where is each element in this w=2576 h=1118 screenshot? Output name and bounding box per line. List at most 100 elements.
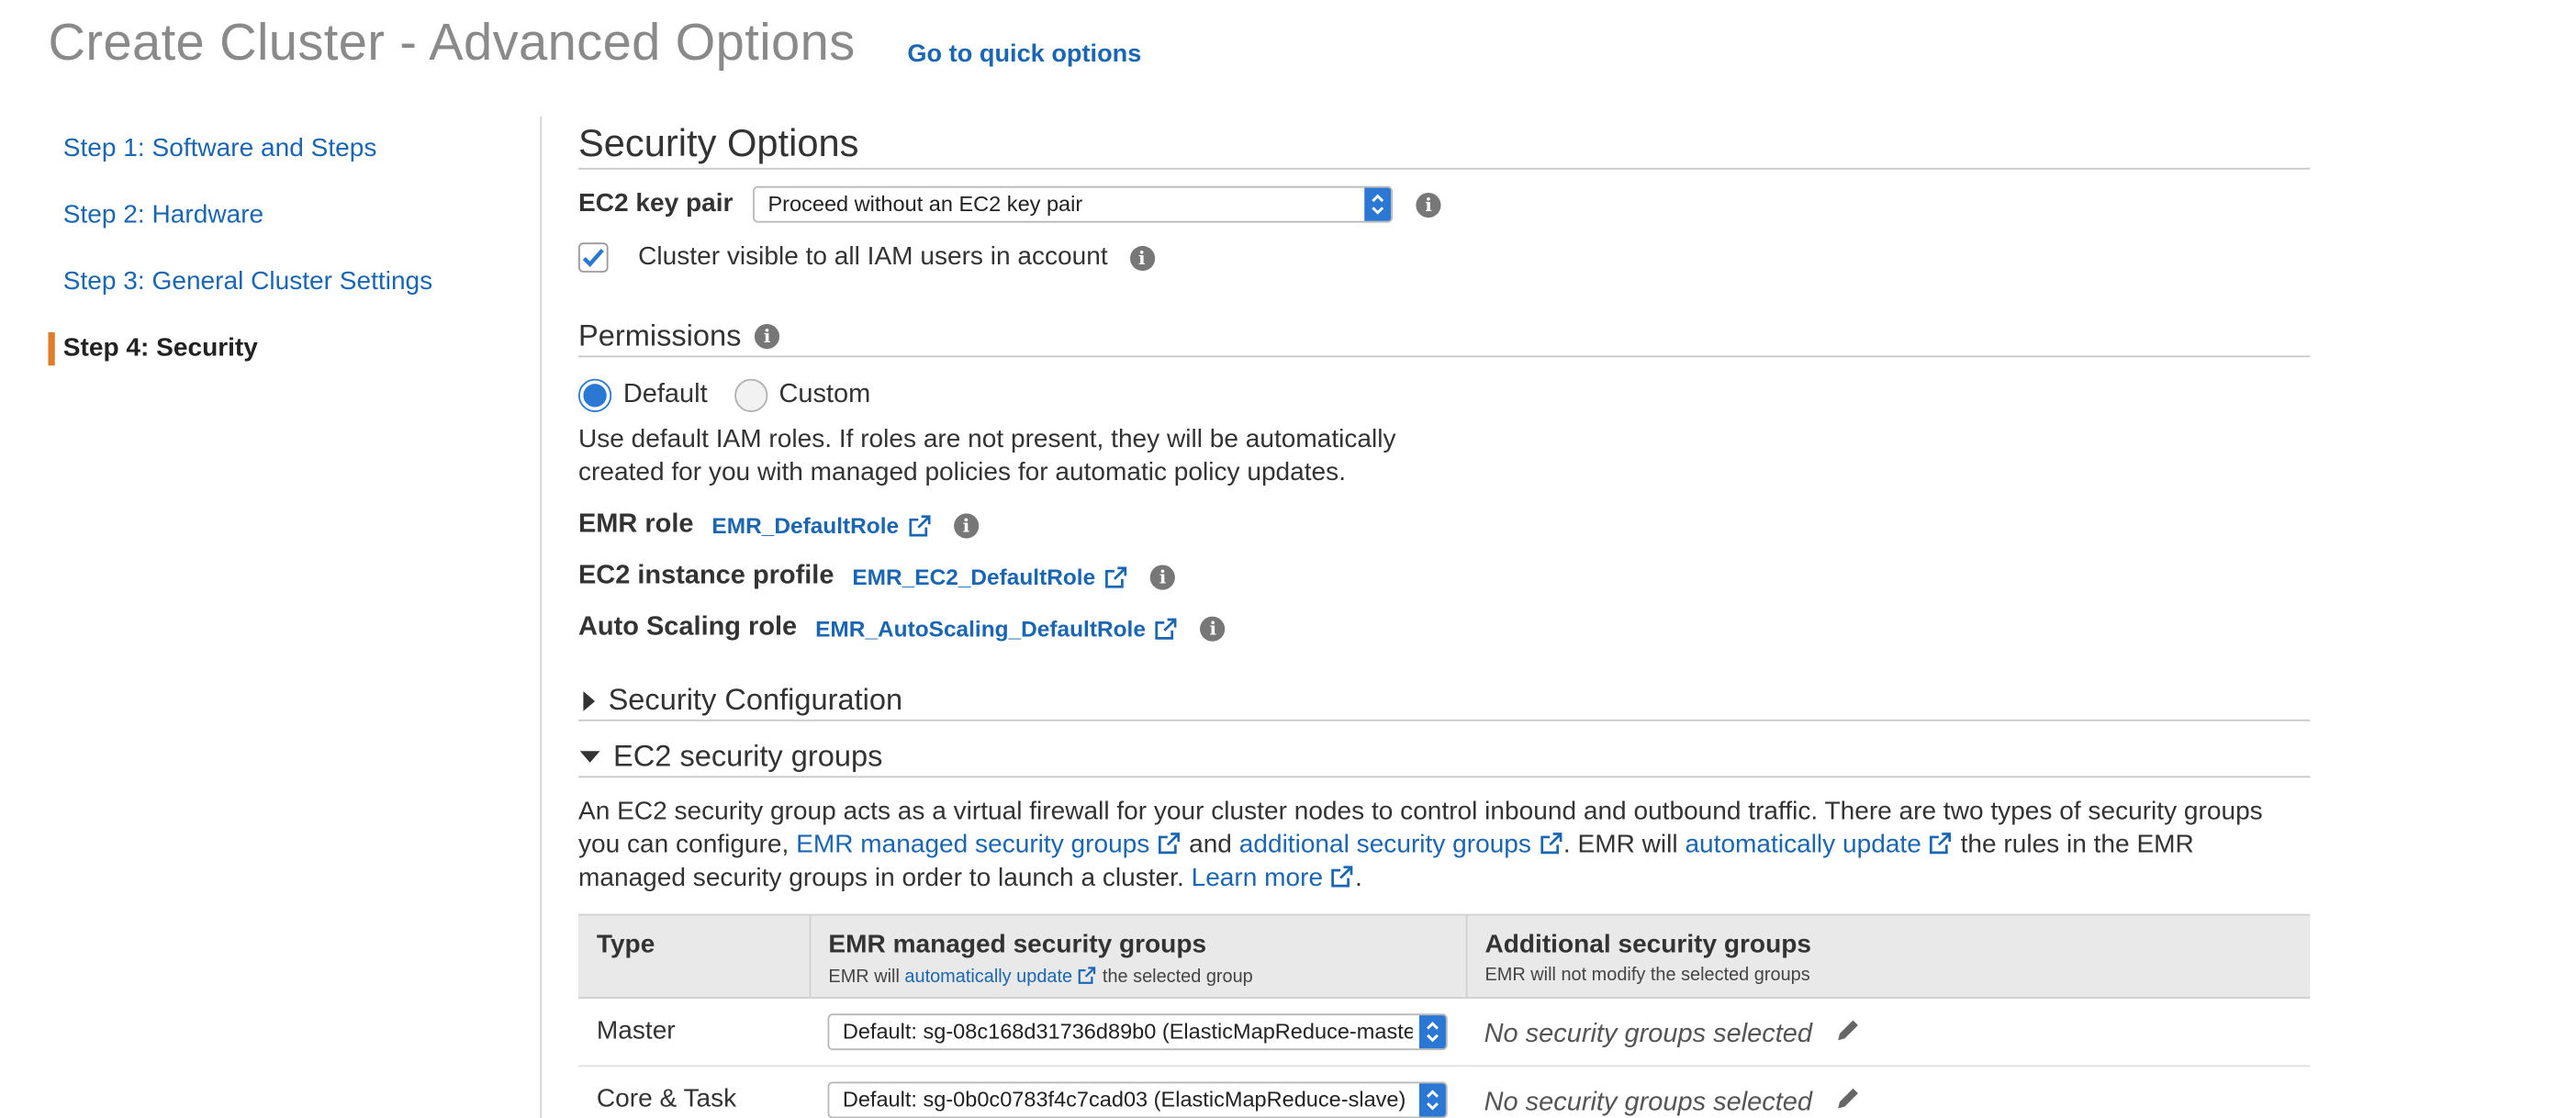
core-task-managed-select[interactable]: Default: sg-0b0c0783f4c7cad03 (ElasticMa… (827, 1081, 1448, 1118)
col-managed-sub: EMR will automatically update the select… (828, 966, 1446, 988)
core-task-managed-value: Default: sg-0b0c0783f4c7cad03 (ElasticMa… (842, 1086, 1406, 1112)
row-type-cell: Core & Task (577, 1066, 810, 1118)
table-row: Master Default: sg-08c168d31736d89b0 (El… (577, 998, 2311, 1068)
autoscaling-row: Auto Scaling role EMR_AutoScaling_Defaul… (578, 609, 2310, 646)
ec2-groups-text-3-line: managed security groups in order to laun… (578, 863, 2310, 896)
table-row: Core & Task Default: sg-0b0c0783f4c7cad0… (577, 1066, 2311, 1118)
col-managed-sub-post: the selected group (1102, 967, 1253, 988)
col-managed-label: EMR managed security groups (828, 930, 1207, 959)
external-link-icon[interactable] (1929, 831, 1954, 855)
permissions-options: Default Custom (577, 377, 2310, 414)
permissions-default-label: Default (622, 380, 708, 409)
keypair-select[interactable]: Proceed without an EC2 key pair (753, 185, 1394, 223)
auto-update-link[interactable]: automatically update (1685, 831, 1921, 859)
visible-label: Cluster visible to all IAM users in acco… (638, 242, 1108, 272)
ec2-groups-text-period: . (1355, 864, 1362, 893)
sidebar-item-software[interactable]: Step 1: Software and Steps (48, 117, 542, 183)
ec2-groups-text-1: An EC2 security group acts as a virtual … (577, 797, 2263, 826)
master-managed-value: Default: sg-08c168d31736d89b0 (ElasticMa… (842, 1018, 1413, 1044)
col-additional-label: Additional security groups (1484, 930, 1811, 959)
additional-groups-link[interactable]: additional security groups (1239, 831, 1531, 859)
row-managed-cell: Default: sg-0b0c0783f4c7cad03 (ElasticMa… (809, 1066, 1466, 1118)
sidebar-item-security[interactable]: Step 4: Security (48, 316, 542, 382)
page-title: Create Cluster - Advanced Options (48, 13, 856, 72)
visible-info-icon[interactable]: i (1129, 245, 1155, 271)
sidebar: Step 1: Software and Steps Step 2: Hardw… (48, 117, 542, 383)
ec2-profile-info-icon[interactable]: i (1149, 564, 1176, 589)
managed-groups-link[interactable]: EMR managed security groups (796, 831, 1149, 859)
core-task-additional-value: No security groups selected (1484, 1087, 1813, 1116)
col-managed-auto-update-link[interactable]: automatically update (904, 967, 1072, 988)
quick-options-link[interactable]: Go to quick options (907, 39, 1141, 68)
col-type-label: Type (596, 930, 655, 959)
emr-role-link[interactable]: EMR_DefaultRole (711, 512, 899, 537)
ec2-profile-link[interactable]: EMR_EC2_DefaultRole (852, 565, 1095, 589)
select-arrows-icon (1364, 187, 1392, 221)
learn-more-link[interactable]: Learn more (1192, 864, 1323, 892)
emr-role-row: EMR role EMR_DefaultRole i (578, 507, 2310, 543)
ec2-security-groups-toggle[interactable]: EC2 security groups (577, 738, 2311, 778)
ec2-profile-label: EC2 instance profile (577, 561, 834, 590)
page: Create Cluster - Advanced Options Go to … (0, 0, 2576, 1118)
ec2-groups-text-2-line: you can configure, EMR managed security … (578, 829, 2310, 862)
permissions-description: Use default IAM roles. If roles are not … (578, 424, 2310, 490)
autoscaling-link[interactable]: EMR_AutoScaling_DefaultRole (815, 616, 1146, 641)
security-configuration-title: Security Configuration (608, 683, 903, 717)
sidebar-divider (540, 116, 543, 1118)
ec2-security-groups-title: EC2 security groups (613, 739, 883, 773)
col-additional-header: Additional security groups EMR will not … (1464, 913, 2311, 999)
ec2-groups-text-rules: the rules in the EMR (1960, 831, 2194, 859)
permissions-info-icon[interactable]: i (754, 324, 780, 350)
external-link-icon[interactable] (907, 512, 932, 537)
autoscaling-label: Auto Scaling role (577, 613, 798, 642)
permissions-title: Permissions (577, 319, 742, 352)
select-arrows-icon (1418, 1015, 1446, 1049)
emr-role-label: EMR role (577, 509, 694, 539)
security-configuration-toggle[interactable]: Security Configuration (577, 681, 2311, 721)
permissions-desc-line1: Use default IAM roles. If roles are not … (577, 425, 1396, 454)
external-link-icon[interactable] (1154, 616, 1179, 641)
row-additional-cell: No security groups selected (1465, 998, 2311, 1068)
ec2-groups-text-and: and (1189, 831, 1232, 859)
select-arrows-icon (1418, 1083, 1446, 1117)
external-link-icon[interactable] (1157, 831, 1182, 855)
keypair-label: EC2 key pair (577, 189, 734, 218)
ec2-groups-text-3: managed security groups in order to laun… (577, 864, 1184, 893)
keypair-select-value: Proceed without an EC2 key pair (767, 191, 1083, 217)
row-managed-cell: Default: sg-08c168d31736d89b0 (ElasticMa… (809, 998, 1466, 1068)
table-header-row: Type EMR managed security groups EMR wil… (577, 913, 2311, 999)
autoscaling-info-icon[interactable]: i (1200, 615, 1226, 641)
checkmark-icon (582, 249, 604, 268)
main-content: Security Options EC2 key pair Proceed wi… (577, 117, 2311, 1118)
master-managed-select[interactable]: Default: sg-08c168d31736d89b0 (ElasticMa… (827, 1013, 1448, 1051)
ec2-groups-text-emr-will: . EMR will (1562, 831, 1678, 859)
sidebar-item-general[interactable]: Step 3: General Cluster Settings (48, 250, 542, 316)
col-type-header: Type (577, 913, 810, 999)
ec2-groups-description: An EC2 security group acts as a virtual … (578, 796, 2310, 896)
permissions-default-radio[interactable] (577, 378, 612, 412)
pencil-icon[interactable] (1832, 1082, 1863, 1112)
ec2-groups-text-2: you can configure, (577, 831, 790, 859)
emr-role-info-icon[interactable]: i (953, 512, 980, 538)
visible-checkbox[interactable] (577, 242, 609, 273)
row-additional-cell: No security groups selected (1465, 1066, 2311, 1118)
permissions-custom-radio[interactable] (734, 378, 767, 412)
security-groups-table: Type EMR managed security groups EMR wil… (577, 913, 2311, 1118)
sidebar-item-hardware[interactable]: Step 2: Hardware (48, 183, 542, 249)
external-link-icon[interactable] (1330, 864, 1355, 889)
permissions-heading: Permissions i (577, 318, 2311, 358)
row-type-cell: Master (577, 998, 810, 1068)
caret-down-icon (579, 751, 600, 763)
col-managed-header: EMR managed security groups EMR will aut… (808, 913, 1466, 999)
keypair-info-icon[interactable]: i (1416, 192, 1441, 218)
ec2-profile-row: EC2 instance profile EMR_EC2_DefaultRole… (578, 558, 2310, 595)
external-link-icon[interactable] (1539, 831, 1563, 855)
external-link-icon[interactable] (1078, 966, 1098, 986)
keypair-row: EC2 key pair Proceed without an EC2 key … (577, 185, 2310, 223)
col-additional-sub: EMR will not modify the selected groups (1484, 965, 1810, 986)
pencil-icon[interactable] (1832, 1014, 1863, 1045)
section-title: Security Options (577, 117, 2311, 170)
master-additional-value: No security groups selected (1484, 1019, 1813, 1048)
external-link-icon[interactable] (1103, 565, 1128, 589)
permissions-desc-line2: created for you with managed policies fo… (577, 458, 1347, 487)
